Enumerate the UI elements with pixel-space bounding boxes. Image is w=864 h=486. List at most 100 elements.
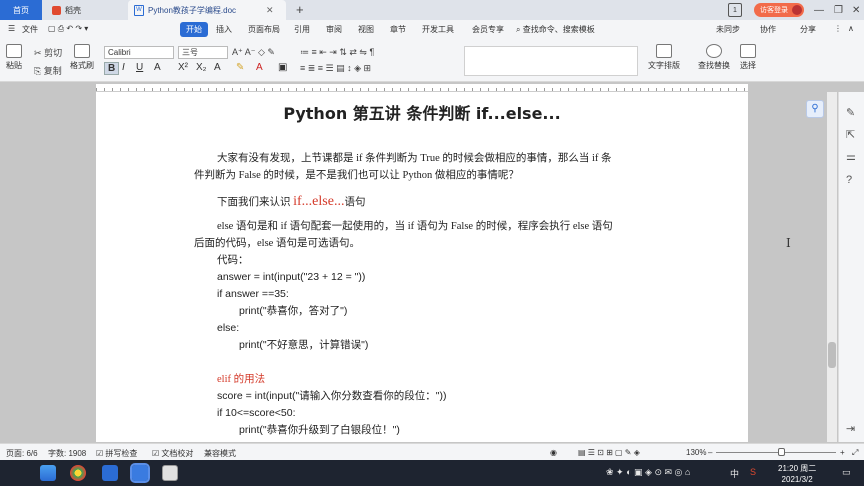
clock-date: 2021/3/2 — [781, 475, 813, 484]
proofread-button[interactable]: ☑ 文档校对 — [152, 448, 193, 459]
font-size-select[interactable]: 三号 — [178, 46, 228, 59]
font-name: Calibri — [108, 48, 131, 57]
select-button[interactable]: 选择 — [740, 44, 756, 71]
zoom-level[interactable]: 130% — [686, 448, 706, 457]
help-icon[interactable]: ? — [846, 174, 852, 186]
fit-icon[interactable]: ⤢ — [852, 448, 858, 458]
share-button[interactable]: 分享 — [800, 24, 816, 35]
page-count[interactable]: 页面: 6/6 — [6, 448, 38, 459]
tab-home-label: 首页 — [13, 5, 29, 15]
find-replace-label: 查找替换 — [698, 61, 730, 70]
view-mode-icons[interactable]: ▤ ☰ ⊡ ⊞ ▢ ✎ ◈ — [578, 448, 640, 457]
tab-docer[interactable]: 稻壳 — [44, 0, 126, 20]
new-tab-icon[interactable]: + — [296, 2, 304, 17]
menu-member[interactable]: 会员专享 — [472, 24, 504, 35]
menu-insert[interactable]: 插入 — [216, 24, 232, 35]
command-search[interactable]: ⌕ 查找命令、搜索模板 — [516, 24, 595, 35]
menu-references[interactable]: 引用 — [294, 24, 310, 35]
paragraph-2-prefix: 下面我们来认识 — [217, 197, 294, 208]
copy-button[interactable]: ⎘ 复制 — [34, 64, 62, 77]
location-pin-icon[interactable]: ⚲ — [806, 100, 824, 118]
strikethrough-icon[interactable]: A — [154, 62, 161, 73]
more-icon[interactable]: ⋮ — [834, 24, 842, 33]
align-icons[interactable]: ≡ ≣ ≡ ☰ ▤ ↕ ◈ ⊞ — [300, 63, 371, 74]
bold-icon[interactable]: B — [104, 62, 120, 75]
zoom-out-icon[interactable]: – — [708, 448, 712, 457]
menu-home[interactable]: 开始 — [180, 22, 208, 37]
menu-review[interactable]: 审阅 — [326, 24, 342, 35]
window-count: 1 — [733, 6, 737, 14]
restore-icon[interactable]: ❐ — [834, 3, 843, 17]
visitor-login-label: 访客登录 — [760, 7, 788, 14]
char-border-icon[interactable]: ▣ — [278, 62, 287, 73]
pointer-icon[interactable]: ⇱ — [846, 128, 855, 141]
horizontal-ruler[interactable] — [96, 84, 748, 92]
windows-start-icon[interactable] — [40, 465, 56, 481]
eye-icon[interactable]: ◉ — [550, 448, 557, 457]
ime-indicator[interactable]: 中 — [730, 467, 739, 480]
menu-developer[interactable]: 开发工具 — [422, 24, 454, 35]
code-line: score = int(input("请输入你分数查看你的段位：")) — [217, 390, 447, 402]
style-gallery[interactable] — [464, 46, 638, 76]
zoom-slider-thumb[interactable] — [778, 448, 785, 456]
cut-label: 剪切 — [44, 48, 63, 58]
tab-home[interactable]: 首页 — [0, 0, 42, 20]
spellcheck-label: 拼写检查 — [105, 449, 138, 458]
menu-view[interactable]: 视图 — [358, 24, 374, 35]
settings-sliders-icon[interactable]: ⚌ — [846, 150, 856, 163]
wps-writer-icon[interactable] — [102, 465, 118, 481]
list-icons[interactable]: ≔ ≡ ⇤ ⇥ ⇅ ⇄ ⇋ ¶ — [300, 47, 374, 58]
collapse-panel-icon[interactable]: ⇥ — [846, 422, 855, 435]
font-grow-shrink-icons[interactable]: A⁺ A⁻ ◇ ✎ — [232, 47, 275, 58]
superscript-icon[interactable]: X² — [178, 62, 188, 73]
collapse-ribbon-icon[interactable]: ∧ — [848, 24, 854, 33]
italic-icon[interactable]: I — [122, 62, 125, 73]
avatar — [792, 5, 802, 15]
close-tab-icon[interactable]: ✕ — [266, 5, 274, 16]
menu-file[interactable]: 文件 — [22, 24, 38, 35]
underline-icon[interactable]: U — [136, 62, 143, 73]
format-painter-button[interactable]: 格式刷 — [70, 44, 94, 71]
document-page[interactable]: Python 第五讲 条件判断 if...else... 大家有没有发现，上节课… — [96, 92, 748, 442]
code-line: print("不好意思，计算错误") — [239, 339, 369, 351]
quick-access-icons[interactable]: ▢ ⎙ ↶ ↷ ▾ — [48, 24, 88, 34]
zoom-in-icon[interactable]: + — [840, 448, 845, 457]
word-doc-icon: W — [134, 4, 144, 16]
highlight-icon[interactable]: ✎ — [236, 62, 244, 73]
menu-icon[interactable]: ☰ — [8, 24, 15, 33]
text-effect-icon[interactable]: A — [214, 62, 221, 73]
scrollbar-thumb[interactable] — [828, 342, 836, 368]
word-count[interactable]: 字数: 1908 — [48, 448, 86, 459]
minimize-icon[interactable]: — — [814, 3, 824, 17]
subscript-icon[interactable]: X₂ — [196, 62, 207, 73]
sync-status[interactable]: 未同步 — [716, 24, 740, 35]
notifications-icon[interactable]: ▭ — [842, 467, 851, 478]
sogou-icon[interactable]: S — [750, 467, 756, 477]
visitor-login-button[interactable]: 访客登录 — [754, 3, 804, 17]
close-window-icon[interactable]: ✕ — [852, 3, 860, 17]
cut-button[interactable]: ✂ 剪切 — [34, 46, 62, 59]
select-label: 选择 — [740, 61, 756, 70]
tab-document[interactable]: W Python教孩子学编程.doc ✕ — [128, 0, 286, 20]
spellcheck-button[interactable]: ☑ 拼写检查 — [96, 448, 137, 459]
text-editor-icon[interactable] — [162, 465, 178, 481]
chrome-icon[interactable] — [70, 465, 86, 481]
active-app-icon[interactable] — [130, 463, 150, 483]
menu-chapter[interactable]: 章节 — [390, 24, 406, 35]
find-replace-button[interactable]: 查找替换 — [698, 44, 730, 71]
code-label: 代码： — [217, 255, 249, 266]
menu-page-layout[interactable]: 页面布局 — [248, 24, 280, 35]
zoom-slider[interactable] — [716, 452, 836, 453]
check-icon: ☑ — [96, 449, 104, 458]
paragraph-3-line-2: 后面的代码，else 语句是可选语句。 — [194, 238, 360, 249]
tray-icons[interactable]: ❀ ✦ ◐ ▣ ◈ ⊙ ✉ ◎ ⌂ — [606, 467, 690, 478]
clock[interactable]: 21:20 周二 2021/3/2 — [778, 463, 816, 485]
paste-button[interactable]: 粘贴 — [6, 44, 22, 71]
vertical-scrollbar[interactable] — [827, 92, 837, 442]
edit-icon[interactable]: ✎ — [846, 106, 855, 119]
window-count-badge[interactable]: 1 — [728, 3, 742, 17]
font-color-icon[interactable]: A — [256, 62, 263, 73]
font-name-select[interactable]: Calibri — [104, 46, 174, 59]
text-layout-button[interactable]: 文字排版 — [648, 44, 680, 71]
collaborate-button[interactable]: 协作 — [760, 24, 776, 35]
